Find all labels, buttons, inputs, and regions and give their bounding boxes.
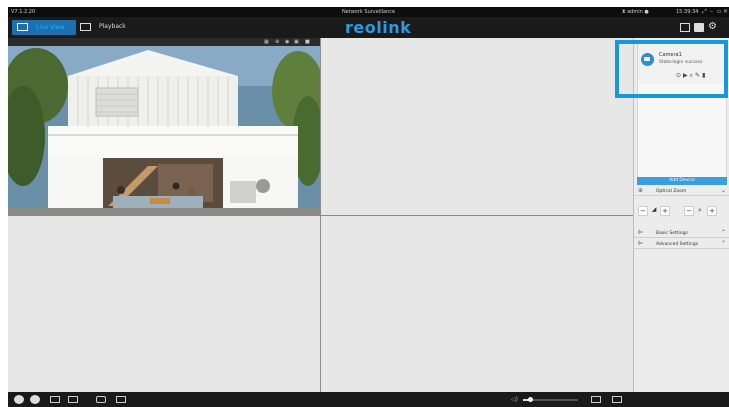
record-icon[interactable]: ▣ xyxy=(294,39,299,45)
focus-icon: ◢ xyxy=(651,206,657,213)
gear-icon[interactable]: ⚙ xyxy=(708,21,718,32)
layout-icon[interactable] xyxy=(680,23,690,32)
zoom-controls: − ◢ + − ⌕ + xyxy=(638,206,726,220)
fullscreen-toggle-icon[interactable] xyxy=(612,396,622,403)
camera-snapshot-icon[interactable] xyxy=(96,396,106,403)
clock: 15:39:34 xyxy=(676,9,699,15)
tab-playback-label: Playback xyxy=(99,23,126,30)
volume-icon: ◁) xyxy=(511,396,518,403)
brand-logo: reolink xyxy=(345,18,412,37)
playback-icon xyxy=(80,23,91,31)
basic-settings-icon: ⊫ xyxy=(638,229,644,236)
camera-feed-1[interactable] xyxy=(8,46,320,215)
nvr-client-window: V7.1.2.20 Network Surveillance ⧗ admin ●… xyxy=(0,0,729,407)
section-basic-settings[interactable]: ⊫ Basic Settings ⌃ xyxy=(634,228,729,238)
username: admin xyxy=(627,9,643,15)
zoom-icon[interactable]: ⊕ xyxy=(275,39,279,45)
grid-layout-icon[interactable] xyxy=(591,396,601,403)
section-label: Optical Zoom xyxy=(656,189,687,194)
layout-switch-icon[interactable] xyxy=(68,396,78,403)
section-label: Basic Settings xyxy=(656,231,688,236)
play-all-icon[interactable] xyxy=(14,395,24,404)
advanced-settings-icon: ⊫ xyxy=(638,240,644,247)
minimize-icon[interactable]: – xyxy=(710,8,713,15)
focus-minus-button[interactable]: − xyxy=(638,206,648,216)
maximize-icon[interactable]: ▫ xyxy=(717,8,721,15)
add-device-button[interactable]: Add Device xyxy=(637,177,727,185)
section-optical-zoom[interactable]: ⊕ Optical Zoom ⌄ xyxy=(634,186,729,196)
volume-slider[interactable] xyxy=(523,397,578,402)
zoom-section-icon: ⊕ xyxy=(638,187,644,194)
volume-knob[interactable] xyxy=(527,397,533,402)
chevron-up-icon: ⌃ xyxy=(720,240,726,247)
device-list-icon[interactable] xyxy=(694,23,704,32)
camera-toolbar: ▦ ⊕ ◉ ▣ ■ xyxy=(8,38,320,46)
magnifier-icon: ⌕ xyxy=(698,206,702,214)
tab-live-view[interactable]: Live View xyxy=(12,20,76,35)
snapshot-icon[interactable]: ◉ xyxy=(285,39,289,45)
grid-divider-horizontal xyxy=(8,215,633,216)
stop-all-icon[interactable] xyxy=(30,395,40,404)
chevron-down-icon: ⌄ xyxy=(720,187,726,194)
monitor-icon xyxy=(17,23,28,31)
focus-plus-button[interactable]: + xyxy=(660,206,670,216)
bottom-toolbar: ◁) xyxy=(8,392,729,407)
main-toolbar: Live View Playback reolink ⚙ xyxy=(8,17,729,38)
video-record-icon[interactable] xyxy=(116,396,126,403)
window-title: Network Surveillance xyxy=(341,9,396,15)
chevron-up-icon: ⌃ xyxy=(720,229,726,236)
section-advanced-settings[interactable]: ⊫ Advanced Settings ⌃ xyxy=(634,239,729,249)
user-label[interactable]: ⧗ admin ● xyxy=(622,9,649,15)
title-bar: V7.1.2.20 Network Surveillance ⧗ admin ●… xyxy=(8,7,729,17)
close-icon[interactable]: ✕ xyxy=(723,8,728,15)
zoom-minus-button[interactable]: − xyxy=(684,206,694,216)
tab-live-view-label: Live View xyxy=(36,24,65,31)
stream-icon[interactable] xyxy=(50,396,60,403)
close-channel-icon[interactable]: ■ xyxy=(305,39,310,45)
grid-icon[interactable]: ▦ xyxy=(264,39,269,45)
video-grid: ▦ ⊕ ◉ ▣ ■ xyxy=(8,38,633,392)
fullscreen-icon[interactable]: ⤢ xyxy=(702,8,707,16)
zoom-plus-button[interactable]: + xyxy=(707,206,717,216)
section-label: Advanced Settings xyxy=(656,242,699,247)
device-highlight-box xyxy=(615,40,728,98)
